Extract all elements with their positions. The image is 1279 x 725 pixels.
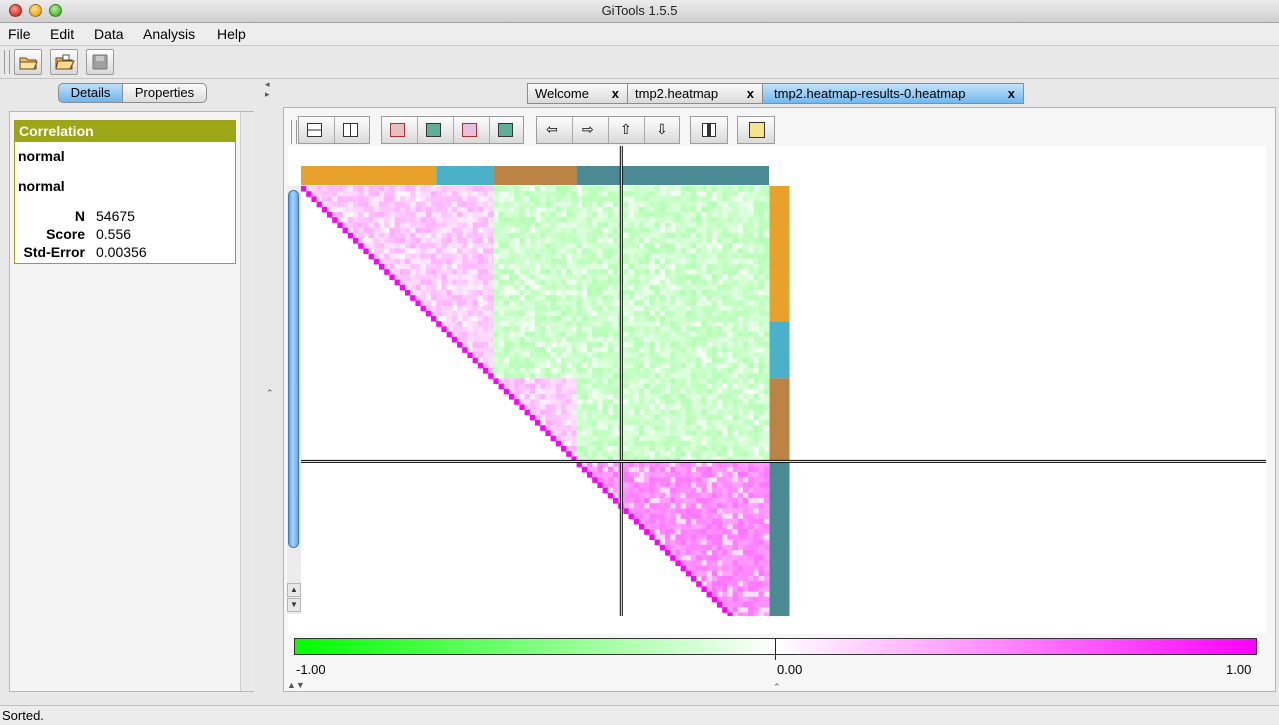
- expand-right-arrow-icon[interactable]: ▸: [265, 89, 270, 100]
- color-scale-max-label: 1.00: [1226, 662, 1252, 677]
- menu-bar: File Edit Data Analysis Help: [0, 23, 1279, 46]
- close-icon[interactable]: x: [747, 84, 754, 103]
- cluster-button[interactable]: [737, 116, 775, 144]
- column-label: normal: [18, 178, 65, 194]
- save-button[interactable]: [86, 49, 114, 75]
- move-left-button[interactable]: ⇦: [537, 117, 573, 143]
- grid-icon: [343, 123, 358, 137]
- heatmap-toolbar-group-2: [381, 116, 524, 144]
- open-analysis-button[interactable]: [50, 49, 78, 75]
- sort-button[interactable]: [690, 116, 728, 144]
- color-scale-mid-line: [775, 638, 776, 660]
- arrow-down-icon: ⇩: [656, 121, 668, 137]
- save-icon: [92, 54, 108, 70]
- hide-rows-icon: [462, 123, 477, 137]
- main-toolbar: [0, 46, 1279, 79]
- move-up-button[interactable]: ⇧: [609, 117, 645, 143]
- column-annotation-group[interactable]: [301, 166, 437, 185]
- splitter-handle-icon[interactable]: ⌃: [266, 388, 274, 399]
- menu-data[interactable]: Data: [94, 26, 124, 42]
- cluster-grid-icon: [749, 122, 765, 138]
- arrow-left-icon: ⇦: [546, 121, 558, 137]
- heatmap-matrix[interactable]: [288, 146, 1266, 616]
- close-icon[interactable]: x: [612, 84, 619, 103]
- tab-welcome-label: Welcome: [535, 86, 589, 101]
- toolbar-grip[interactable]: [4, 50, 10, 74]
- menu-analysis[interactable]: Analysis: [143, 26, 195, 42]
- status-bar: Sorted.: [0, 705, 1279, 724]
- row-annotation-group[interactable]: [769, 186, 790, 322]
- card-header: Correlation: [15, 121, 235, 142]
- row-annotation-group[interactable]: [769, 321, 790, 379]
- arrow-right-icon: ⇨: [582, 121, 594, 137]
- window-title: GiTools 1.5.5: [601, 3, 678, 18]
- column-annotation-group[interactable]: [493, 166, 577, 185]
- stat-value-n: 54675: [96, 208, 135, 224]
- show-rows-button[interactable]: [490, 117, 525, 143]
- details-scrollbar[interactable]: [240, 112, 255, 691]
- stat-value-std-error: 0.00356: [96, 244, 147, 260]
- color-scale-mid-label: 0.00: [777, 662, 803, 677]
- stat-key-n: N: [74, 208, 85, 224]
- stat-value-score: 0.556: [96, 226, 132, 242]
- open-file-button[interactable]: [14, 49, 42, 75]
- stat-key-score: Score: [46, 226, 85, 242]
- show-columns-button[interactable]: [418, 117, 454, 143]
- tab-tmp2-heatmap[interactable]: tmp2.heatmap x: [627, 83, 763, 104]
- sort-icon: [702, 123, 716, 137]
- close-icon[interactable]: x: [1008, 84, 1015, 103]
- scroll-down-arrow-icon[interactable]: ▼: [287, 598, 301, 612]
- tab-properties[interactable]: Properties: [122, 83, 207, 103]
- scroll-up-arrow-icon[interactable]: ▲: [287, 583, 301, 597]
- tab-heatmap-results-label: tmp2.heatmap-results-0.heatmap: [774, 86, 966, 101]
- show-columns-icon: [426, 123, 441, 137]
- column-annotation-group[interactable]: [576, 166, 769, 185]
- scrollbar-thumb[interactable]: [288, 190, 299, 548]
- menu-file[interactable]: File: [8, 26, 31, 42]
- show-rows-icon: [498, 123, 513, 137]
- grid-icon: [307, 123, 322, 137]
- menu-edit[interactable]: Edit: [50, 26, 74, 42]
- hide-columns-button[interactable]: [382, 117, 418, 143]
- hide-rows-button[interactable]: [454, 117, 490, 143]
- row-annotation-group[interactable]: [769, 461, 790, 616]
- hide-columns-icon: [390, 123, 405, 137]
- tab-details[interactable]: Details: [58, 83, 123, 103]
- move-right-button[interactable]: ⇨: [573, 117, 609, 143]
- title-bar: GiTools 1.5.5: [0, 0, 1279, 23]
- unselect-all-button[interactable]: [335, 117, 370, 143]
- heatmap-toolbar-group-3: ⇦ ⇨ ⇧ ⇩: [536, 116, 680, 144]
- menu-help[interactable]: Help: [217, 26, 246, 42]
- row-label: normal: [18, 148, 65, 164]
- heatmap-toolbar-group-1: [298, 116, 370, 144]
- row-annotation-group[interactable]: [769, 378, 790, 462]
- arrow-up-icon: ⇧: [620, 121, 632, 137]
- column-annotation-group[interactable]: [436, 166, 494, 185]
- heatmap-toolbar-grip[interactable]: [291, 120, 297, 144]
- color-scale-min-label: -1.00: [296, 662, 326, 677]
- open-folder-icon: [55, 54, 75, 70]
- move-down-button[interactable]: ⇩: [645, 117, 680, 143]
- tab-tmp2-heatmap-label: tmp2.heatmap: [635, 86, 719, 101]
- select-all-button[interactable]: [299, 117, 335, 143]
- tab-heatmap-results[interactable]: tmp2.heatmap-results-0.heatmap x: [762, 83, 1024, 104]
- tab-welcome[interactable]: Welcome x: [527, 83, 628, 104]
- stat-key-std-error: Std-Error: [23, 244, 85, 260]
- correlation-card: Correlation normal normal N 54675 Score …: [14, 120, 236, 264]
- splitter-handle-icon[interactable]: ⌃: [773, 682, 781, 693]
- resize-arrows-icon[interactable]: ▲▼: [287, 680, 305, 690]
- folder-icon: [19, 57, 38, 70]
